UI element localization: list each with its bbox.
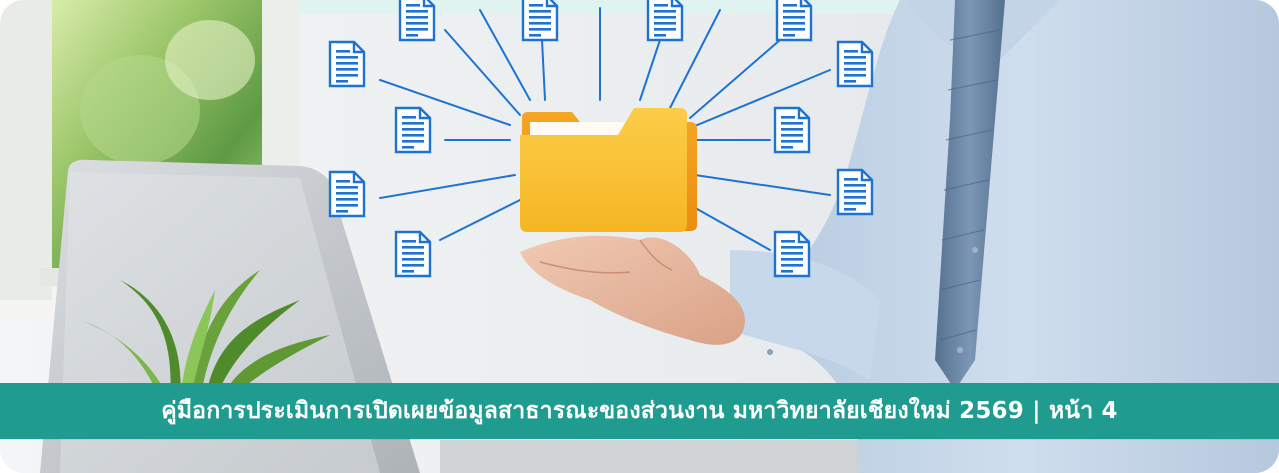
document-icon (398, 0, 436, 42)
document-icon (328, 40, 366, 88)
document-icon (394, 106, 432, 154)
document-icon (328, 170, 366, 218)
document-icon (646, 0, 684, 42)
folder-icon (520, 108, 697, 232)
document-icon (836, 40, 874, 88)
document-icon (773, 106, 811, 154)
caption-bar: คู่มือการประเมินการเปิดเผยข้อมูลสาธารณะข… (0, 383, 1279, 439)
document-icon (836, 168, 874, 216)
document-icon (773, 230, 811, 278)
header-banner: คู่มือการประเมินการเปิดเผยข้อมูลสาธารณะข… (0, 0, 1279, 473)
document-icon (521, 0, 559, 42)
document-icon (394, 230, 432, 278)
document-icon (775, 0, 813, 42)
caption-text: คู่มือการประเมินการเปิดเผยข้อมูลสาธารณะข… (161, 398, 1118, 424)
